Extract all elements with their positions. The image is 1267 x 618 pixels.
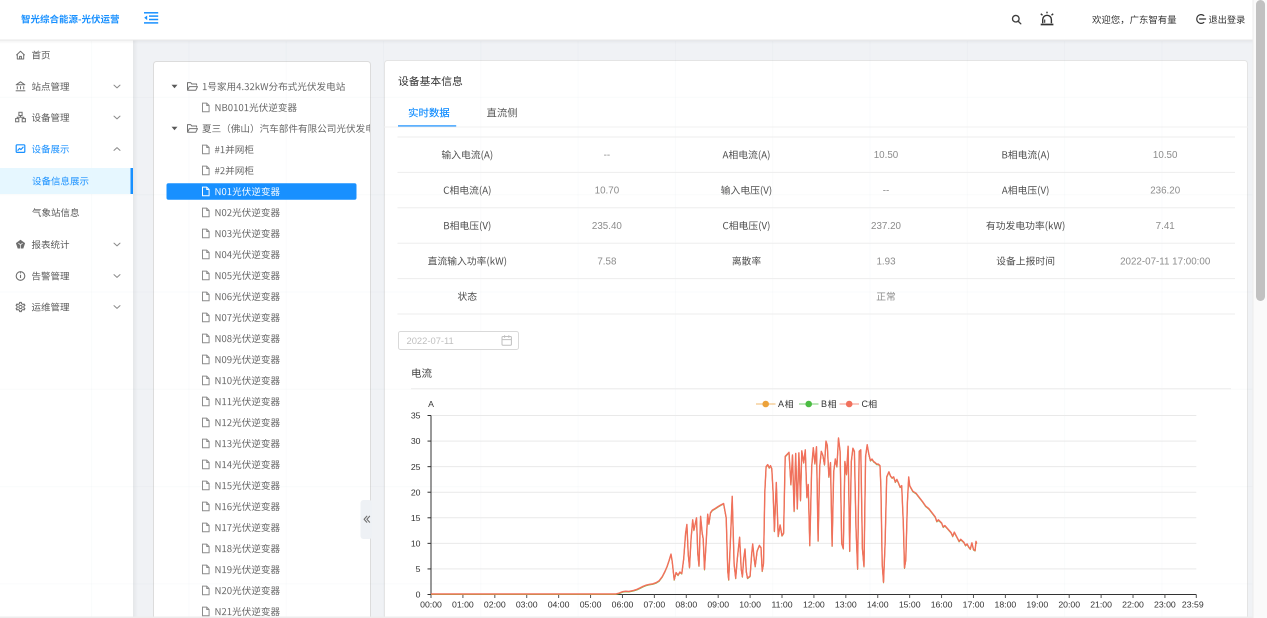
svg-text:10.50: 10.50: [874, 150, 899, 161]
svg-text:A: A: [428, 399, 434, 409]
svg-text:21:00: 21:00: [1090, 600, 1112, 610]
svg-text:35: 35: [411, 411, 421, 421]
svg-text:01:00: 01:00: [452, 600, 474, 610]
svg-text:06:00: 06:00: [612, 600, 634, 610]
svg-text:--: --: [604, 150, 611, 161]
svg-text:08:00: 08:00: [675, 600, 697, 610]
svg-text:7.41: 7.41: [1156, 221, 1175, 232]
svg-text:09:00: 09:00: [707, 600, 729, 610]
svg-text:13:00: 13:00: [835, 600, 857, 610]
svg-text:17:00: 17:00: [963, 600, 985, 610]
svg-text:00:00: 00:00: [420, 600, 442, 610]
svg-text:C: C: [862, 399, 869, 409]
svg-text:10: 10: [411, 539, 421, 549]
svg-text:14:00: 14:00: [867, 600, 889, 610]
svg-text:B: B: [821, 399, 827, 409]
svg-text:237.20: 237.20: [871, 221, 902, 232]
svg-text:10.50: 10.50: [1153, 150, 1178, 161]
svg-text:03:00: 03:00: [516, 600, 538, 610]
svg-text:25: 25: [411, 462, 421, 472]
svg-text:2022-07-11: 2022-07-11: [407, 335, 454, 346]
svg-text:02:00: 02:00: [484, 600, 506, 610]
svg-text:15:00: 15:00: [899, 600, 921, 610]
svg-text:--: --: [883, 186, 890, 197]
svg-text:23:00: 23:00: [1154, 600, 1176, 610]
svg-text:10:00: 10:00: [739, 600, 761, 610]
svg-text:15: 15: [411, 513, 421, 523]
svg-text:23:59: 23:59: [1182, 600, 1204, 610]
svg-text:2022-07-11 17:00:00: 2022-07-11 17:00:00: [1120, 256, 1211, 267]
svg-text:22:00: 22:00: [1122, 600, 1144, 610]
svg-text:1.93: 1.93: [876, 256, 896, 267]
svg-text:19:00: 19:00: [1026, 600, 1048, 610]
svg-text:18:00: 18:00: [995, 600, 1017, 610]
svg-text:20:00: 20:00: [1058, 600, 1080, 610]
svg-text:7.58: 7.58: [597, 256, 617, 267]
svg-text:30: 30: [411, 436, 421, 446]
svg-text:235.40: 235.40: [592, 221, 623, 232]
svg-text:5: 5: [416, 564, 421, 574]
svg-text:20: 20: [411, 487, 421, 497]
svg-text:11:00: 11:00: [771, 600, 792, 610]
svg-text:12:00: 12:00: [803, 600, 825, 610]
svg-text:0: 0: [416, 590, 421, 600]
svg-text:236.20: 236.20: [1150, 186, 1181, 197]
svg-text:04:00: 04:00: [548, 600, 570, 610]
svg-text:07:00: 07:00: [644, 600, 666, 610]
svg-text:10.70: 10.70: [595, 186, 620, 197]
svg-text:A: A: [778, 399, 784, 409]
svg-text:05:00: 05:00: [580, 600, 602, 610]
svg-text:16:00: 16:00: [931, 600, 953, 610]
